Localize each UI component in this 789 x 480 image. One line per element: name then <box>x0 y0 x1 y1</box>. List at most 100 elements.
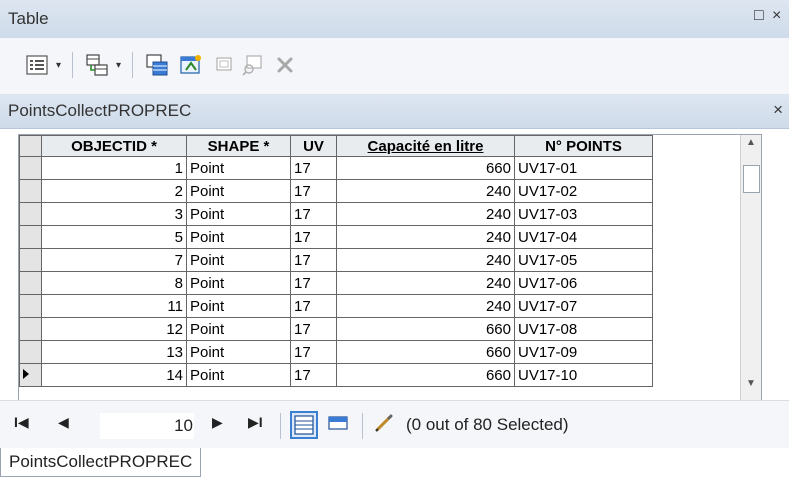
cell-n-points[interactable]: UV17-07 <box>514 294 653 318</box>
cell-shape[interactable]: Point <box>186 248 291 272</box>
cell-capacite[interactable]: 660 <box>336 340 515 364</box>
cell-shape[interactable]: Point <box>186 294 291 318</box>
column-header-uv[interactable]: UV <box>290 135 337 157</box>
show-selected-records-icon[interactable] <box>326 411 354 439</box>
cell-shape[interactable]: Point <box>186 340 291 364</box>
cell-n-points[interactable]: UV17-09 <box>514 340 653 364</box>
table-row[interactable]: 5 Point 17 240 UV17-04 <box>19 225 653 249</box>
cell-shape[interactable]: Point <box>186 156 291 180</box>
table-name[interactable]: PointsCollectPROPREC <box>8 101 191 121</box>
related-tables-dropdown[interactable]: ▾ <box>116 60 121 71</box>
close-window-icon[interactable]: × <box>772 7 781 25</box>
cell-capacite[interactable]: 660 <box>336 156 515 180</box>
row-selector[interactable] <box>19 294 42 318</box>
cell-n-points[interactable]: UV17-01 <box>514 156 653 180</box>
cell-objectid[interactable]: 7 <box>41 248 187 272</box>
cell-capacite[interactable]: 240 <box>336 294 515 318</box>
cell-n-points[interactable]: UV17-08 <box>514 317 653 341</box>
row-selector[interactable] <box>19 202 42 226</box>
table-tab-points-collect[interactable]: PointsCollectPROPREC <box>0 448 202 477</box>
cell-shape[interactable]: Point <box>186 271 291 295</box>
row-selector[interactable] <box>19 179 42 203</box>
cell-shape[interactable]: Point <box>186 179 291 203</box>
cell-n-points[interactable]: UV17-06 <box>514 271 653 295</box>
previous-record-icon[interactable]: ◀ <box>58 414 69 431</box>
select-by-attributes-icon[interactable] <box>144 52 170 78</box>
cell-capacite[interactable]: 240 <box>336 179 515 203</box>
table-row[interactable]: 7 Point 17 240 UV17-05 <box>19 248 653 272</box>
table-row[interactable]: 1 Point 17 660 UV17-01 <box>19 156 653 180</box>
cell-uv[interactable]: 17 <box>290 179 337 203</box>
row-selector[interactable] <box>19 248 42 272</box>
row-selector[interactable] <box>19 225 42 249</box>
zoom-to-selected-icon[interactable] <box>240 52 266 78</box>
cell-n-points[interactable]: UV17-05 <box>514 248 653 272</box>
cell-capacite[interactable]: 240 <box>336 271 515 295</box>
table-row[interactable]: 12 Point 17 660 UV17-08 <box>19 317 653 341</box>
cell-capacite[interactable]: 240 <box>336 225 515 249</box>
close-table-icon[interactable]: × <box>773 100 783 120</box>
cell-uv[interactable]: 17 <box>290 225 337 249</box>
table-row[interactable]: 13 Point 17 660 UV17-09 <box>19 340 653 364</box>
cell-objectid[interactable]: 13 <box>41 340 187 364</box>
first-record-icon[interactable]: I◀ <box>14 414 29 431</box>
table-row[interactable]: 14 Point 17 660 UV17-10 <box>19 363 653 387</box>
row-selector[interactable] <box>19 340 42 364</box>
cell-objectid[interactable]: 3 <box>41 202 187 226</box>
cell-objectid[interactable]: 14 <box>41 363 187 387</box>
switch-selection-icon[interactable] <box>178 52 204 78</box>
scroll-up-icon[interactable]: ▲ <box>741 137 761 157</box>
table-row[interactable]: 8 Point 17 240 UV17-06 <box>19 271 653 295</box>
cell-uv[interactable]: 17 <box>290 156 337 180</box>
table-options-dropdown[interactable]: ▾ <box>56 60 61 71</box>
cell-objectid[interactable]: 1 <box>41 156 187 180</box>
cell-uv[interactable]: 17 <box>290 363 337 387</box>
cell-uv[interactable]: 17 <box>290 271 337 295</box>
table-row[interactable]: 3 Point 17 240 UV17-03 <box>19 202 653 226</box>
cell-n-points[interactable]: UV17-04 <box>514 225 653 249</box>
cell-n-points[interactable]: UV17-02 <box>514 179 653 203</box>
column-header-n-points[interactable]: N° POINTS <box>514 135 653 157</box>
cell-shape[interactable]: Point <box>186 225 291 249</box>
scroll-thumb[interactable] <box>743 165 760 193</box>
cell-capacite[interactable]: 240 <box>336 202 515 226</box>
vertical-scrollbar[interactable]: ▲ ▼ <box>740 135 761 400</box>
show-all-records-icon[interactable] <box>290 411 318 439</box>
last-record-icon[interactable]: ▶I <box>248 414 263 431</box>
cell-n-points[interactable]: UV17-10 <box>514 363 653 387</box>
column-header-shape[interactable]: SHAPE * <box>186 135 291 157</box>
cell-uv[interactable]: 17 <box>290 317 337 341</box>
cell-shape[interactable]: Point <box>186 317 291 341</box>
cell-uv[interactable]: 17 <box>290 248 337 272</box>
cell-objectid[interactable]: 12 <box>41 317 187 341</box>
cell-objectid[interactable]: 2 <box>41 179 187 203</box>
restore-icon[interactable]: □ <box>754 7 764 25</box>
row-selector-header[interactable] <box>19 135 42 157</box>
cell-objectid[interactable]: 5 <box>41 225 187 249</box>
cell-uv[interactable]: 17 <box>290 340 337 364</box>
cell-n-points[interactable]: UV17-03 <box>514 202 653 226</box>
cell-capacite[interactable]: 660 <box>336 317 515 341</box>
row-selector[interactable] <box>19 271 42 295</box>
clear-selection-icon[interactable] <box>212 52 238 78</box>
related-tables-icon[interactable] <box>84 52 110 78</box>
row-selector[interactable] <box>19 156 42 180</box>
table-row[interactable]: 11 Point 17 240 UV17-07 <box>19 294 653 318</box>
cell-capacite[interactable]: 660 <box>336 363 515 387</box>
cell-uv[interactable]: 17 <box>290 294 337 318</box>
current-record-field[interactable]: 10 <box>100 413 194 439</box>
cell-capacite[interactable]: 240 <box>336 248 515 272</box>
cell-objectid[interactable]: 8 <box>41 271 187 295</box>
column-header-objectid[interactable]: OBJECTID * <box>41 135 187 157</box>
scroll-down-icon[interactable]: ▼ <box>741 378 761 398</box>
cell-uv[interactable]: 17 <box>290 202 337 226</box>
row-selector[interactable] <box>19 317 42 341</box>
cell-shape[interactable]: Point <box>186 363 291 387</box>
delete-selected-icon[interactable] <box>272 52 298 78</box>
table-options-icon[interactable] <box>24 52 50 78</box>
cell-objectid[interactable]: 11 <box>41 294 187 318</box>
column-header-capacite[interactable]: Capacité en litre <box>336 135 515 157</box>
row-selector[interactable] <box>19 363 42 387</box>
table-row[interactable]: 2 Point 17 240 UV17-02 <box>19 179 653 203</box>
next-record-icon[interactable]: ▶ <box>212 414 223 431</box>
